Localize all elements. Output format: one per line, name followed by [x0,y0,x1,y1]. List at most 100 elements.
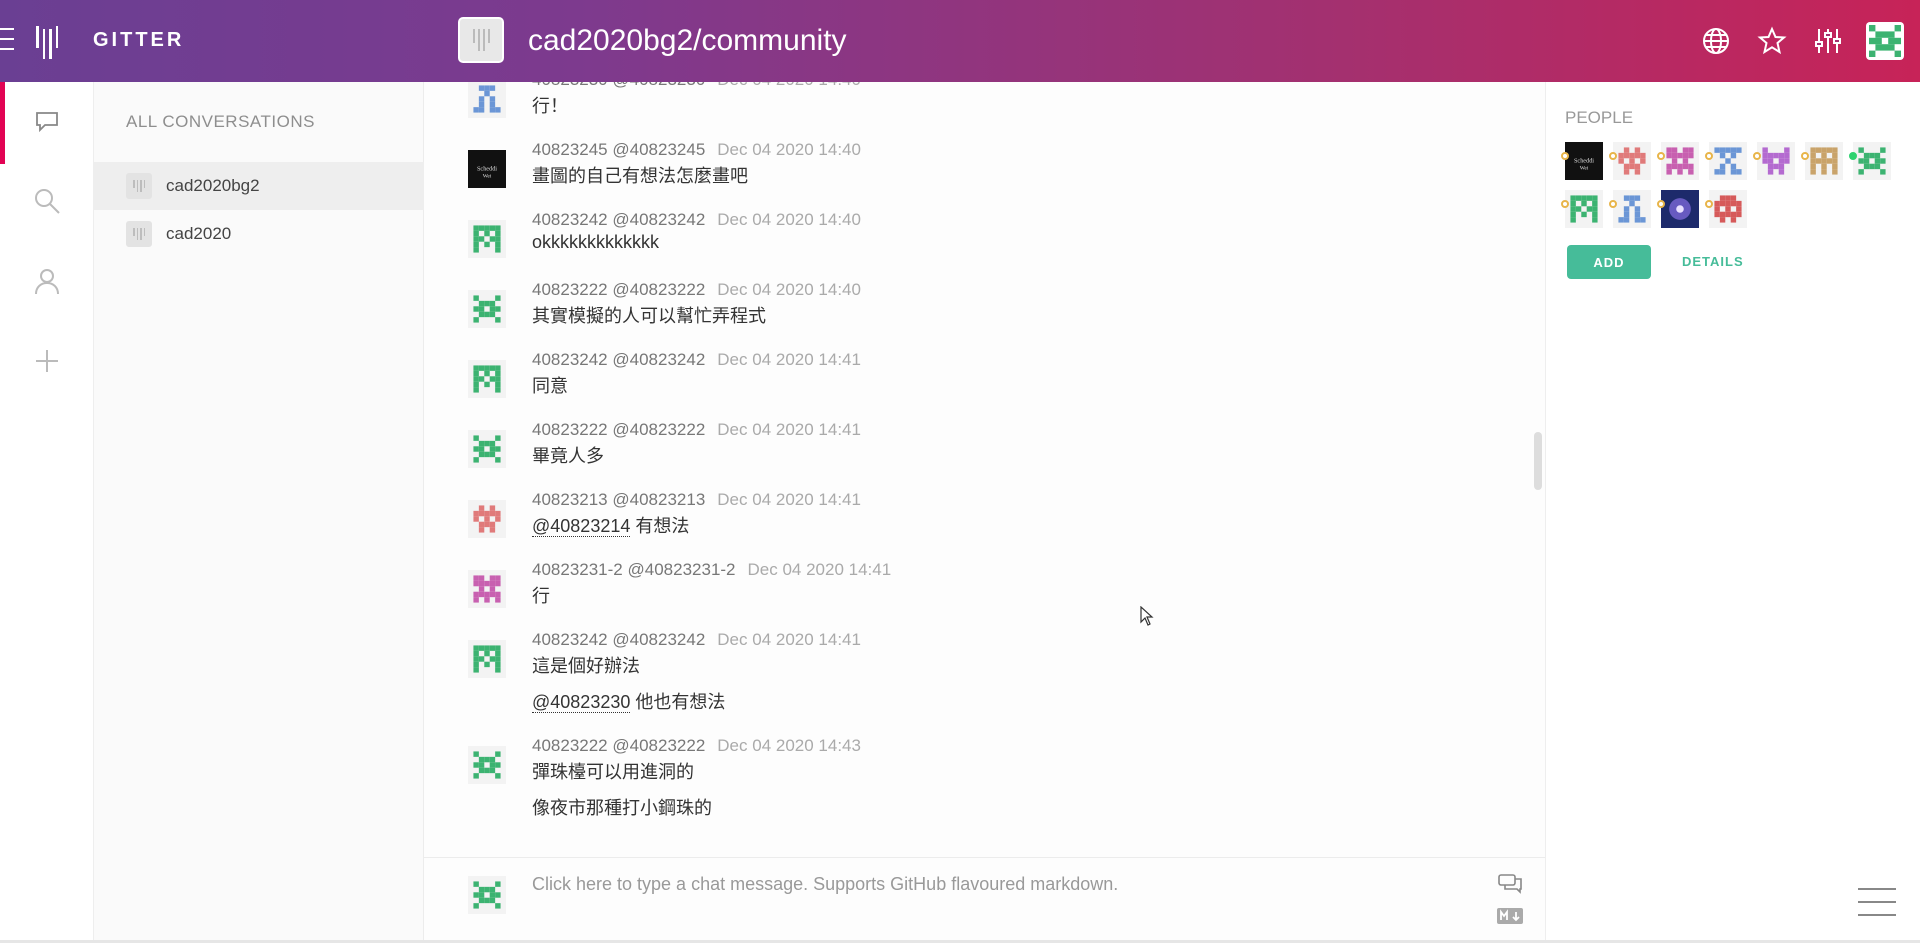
message-handle[interactable]: @40823222 [612,420,705,439]
gitter-logo-icon[interactable] [36,26,58,59]
user-mention[interactable]: @40823230 [532,692,631,713]
message-avatar[interactable] [468,500,506,538]
people-avatar[interactable] [1705,142,1747,180]
presence-dot [1561,200,1569,208]
message-timestamp[interactable]: Dec 04 2020 14:40 [717,210,861,229]
message-handle[interactable]: @40823245 [612,140,705,159]
search-icon[interactable] [30,184,64,218]
message-handle[interactable]: @40823242 [612,350,705,369]
message-author[interactable]: 40823222 [532,280,608,299]
message-timestamp[interactable]: Dec 04 2020 14:41 [717,350,861,369]
chat-icon[interactable] [30,104,64,138]
message-avatar[interactable] [468,640,506,678]
message-timestamp[interactable]: Dec 04 2020 14:40 [717,140,861,159]
message-avatar[interactable] [468,570,506,608]
message-handle[interactable]: @40823231-2 [628,560,736,579]
message-avatar[interactable] [468,746,506,784]
details-link[interactable]: DETAILS [1682,254,1744,269]
star-icon[interactable] [1744,0,1800,82]
conversation-item-cad2020bg2[interactable]: cad2020bg2 [94,162,424,210]
globe-icon[interactable] [1688,0,1744,82]
message-header: 40823222 @40823222 Dec 04 2020 14:41 [532,420,861,440]
message-header: 40823245 @40823245 Dec 04 2020 14:40 [532,140,861,160]
people-avatar[interactable] [1561,190,1603,228]
people-header: PEOPLE [1565,108,1634,127]
add-people-button[interactable]: ADD [1567,245,1651,279]
room-avatar [458,17,504,63]
message-handle[interactable]: @40823222 [612,736,705,755]
markdown-icon[interactable] [1497,908,1523,929]
message-author[interactable]: 40823213 [532,490,608,509]
message-text: 像夜市那種打小鋼珠的 [532,798,712,818]
people-avatar[interactable] [1753,142,1795,180]
message-avatar[interactable] [468,430,506,468]
message-author[interactable]: 40823231-2 [532,560,623,579]
people-avatar[interactable] [1609,142,1651,180]
room-avatar [126,221,152,247]
user-avatar[interactable] [1866,22,1904,60]
person-icon[interactable] [30,264,64,298]
message-author[interactable]: 40823222 [532,736,608,755]
message-header: 40823242 @40823242 Dec 04 2020 14:41 [532,630,861,650]
message-handle[interactable]: @40823242 [612,210,705,229]
mouse-cursor-icon [1140,605,1154,631]
message-timestamp[interactable]: Dec 04 2020 14:41 [717,630,861,649]
message-avatar[interactable] [468,82,506,118]
settings-sliders-icon[interactable] [1800,0,1856,82]
conversation-item-cad2020[interactable]: cad2020 [94,210,424,258]
top-bar: GITTER cad2020bg2/community [0,0,1920,82]
plus-icon[interactable] [30,344,64,378]
people-avatar[interactable] [1609,190,1651,228]
menu-icon[interactable] [1858,888,1896,916]
chat-area[interactable]: 40823230 @40823230 Dec 04 2020 14:40 行！ Sch… [424,82,1545,857]
message-author[interactable]: 40823245 [532,140,608,159]
message-handle[interactable]: @40823213 [612,490,705,509]
message-author[interactable]: 40823242 [532,630,608,649]
rail-active-indicator [0,82,5,164]
people-avatar[interactable] [1657,142,1699,180]
message-handle[interactable]: @40823230 [612,82,705,89]
conversation-label: cad2020bg2 [166,176,260,195]
people-avatar[interactable] [1801,142,1843,180]
message-author[interactable]: 40823242 [532,210,608,229]
message-avatar[interactable] [468,220,506,258]
message-text-fragment: 有想法 [630,516,690,536]
chat-scrollbar[interactable] [1534,432,1542,490]
presence-dot [1801,152,1809,160]
people-avatar[interactable] [1657,190,1699,228]
people-panel: PEOPLE Scheddi Wei ADD DETAILS [1545,82,1920,943]
message-handle[interactable]: @40823222 [612,280,705,299]
user-mention[interactable]: @40823214 [532,516,631,537]
presence-dot [1657,200,1665,208]
message-timestamp[interactable]: Dec 04 2020 14:41 [717,420,861,439]
people-avatar[interactable]: Scheddi Wei [1561,142,1603,180]
message-header: 40823222 @40823222 Dec 04 2020 14:43 [532,736,861,756]
message-timestamp[interactable]: Dec 04 2020 14:41 [748,560,892,579]
message-text: 畫圖的自己有想法怎麼畫吧 [532,166,748,186]
message-header: 40823242 @40823242 Dec 04 2020 14:40 [532,210,861,230]
room-avatar [126,173,152,199]
message-text: @40823214 有想法 [532,512,689,538]
message-avatar[interactable] [468,360,506,398]
message-timestamp[interactable]: Dec 04 2020 14:41 [717,490,861,509]
message-header: 40823230 @40823230 Dec 04 2020 14:40 [532,82,861,90]
menu-icon[interactable] [0,28,16,50]
presence-dot [1609,200,1617,208]
compose-mode-icon[interactable] [1497,873,1523,900]
message-author[interactable]: 40823242 [532,350,608,369]
message-avatar[interactable]: Scheddi Wei [468,150,506,188]
message-text: 畢竟人多 [532,446,604,466]
chat-input[interactable]: Click here to type a chat message. Suppo… [532,874,1118,895]
message-handle[interactable]: @40823242 [612,630,705,649]
message-timestamp[interactable]: Dec 04 2020 14:43 [717,736,861,755]
message-header: 40823242 @40823242 Dec 04 2020 14:41 [532,350,861,370]
room-title: cad2020bg2/community [528,24,847,57]
message-author[interactable]: 40823222 [532,420,608,439]
message-timestamp[interactable]: Dec 04 2020 14:40 [717,82,861,89]
message-avatar[interactable] [468,290,506,328]
people-avatar[interactable] [1705,190,1747,228]
message-timestamp[interactable]: Dec 04 2020 14:40 [717,280,861,299]
message-author[interactable]: 40823230 [532,82,608,89]
people-avatar[interactable] [1849,142,1891,180]
message-text: 同意 [532,376,568,396]
